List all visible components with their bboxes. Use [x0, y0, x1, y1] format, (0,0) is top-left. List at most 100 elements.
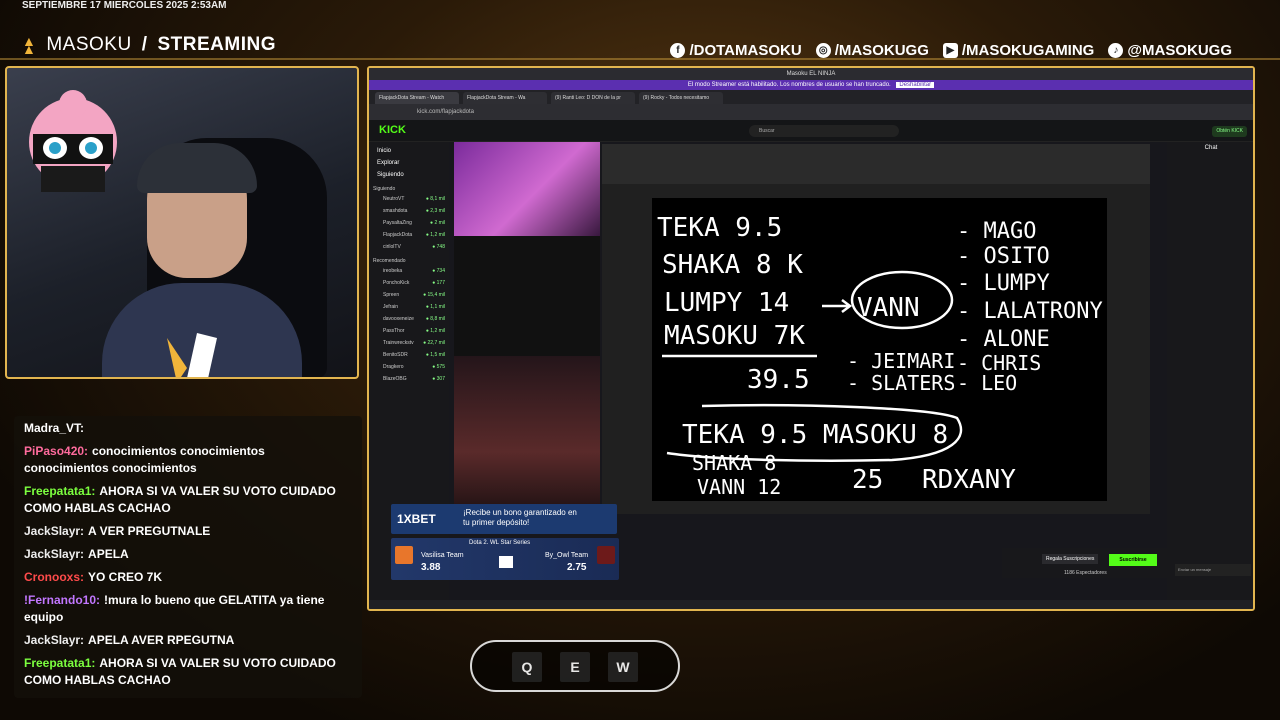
chat-input[interactable]: Enviar un mensaje [1175, 564, 1251, 576]
channel-name: PassThor [383, 328, 405, 334]
search-input[interactable]: Buscar [749, 125, 899, 137]
bet-brand: 1XBET [397, 512, 436, 526]
wb-mid-1: - JEIMARI [847, 349, 955, 373]
gift-subs-button[interactable]: Regala Suscripciones [1042, 554, 1099, 564]
channel-name: FlapjackDota [383, 232, 413, 238]
channel-item[interactable]: Trainwreckstv ● 22,7 mil [373, 340, 445, 346]
channel-item[interactable]: Spreen ● 15,4 mil [373, 292, 445, 298]
channel-name: davooxeneize [383, 316, 414, 322]
channel-viewers: ● 307 [432, 376, 445, 382]
team1-name: Vasilisa Team [421, 552, 464, 559]
wb-right-7: - LEO [957, 371, 1017, 395]
wb-right-4: - LALATRONY [957, 299, 1103, 324]
instagram-icon: ◎ [815, 43, 831, 58]
nav-home[interactable]: Inicio [377, 148, 441, 154]
nav-explore[interactable]: Explorar [377, 160, 441, 166]
chat-username[interactable]: Madra_VT: [24, 421, 84, 435]
whiteboard-canvas[interactable]: TEKA 9.5 SHAKA 8 K LUMPY 14 MASOKU 7K 39… [652, 198, 1107, 501]
brand-title: ▲ ▲ MASOKU / STREAMING [22, 34, 276, 56]
channel-item[interactable]: davooxeneize ● 8,8 mil [373, 316, 445, 322]
chat-message: Madra_VT: [24, 420, 352, 437]
channel-item[interactable]: BenitoSDR ● 1,5 mil [373, 352, 445, 358]
mascot-plush-icon [29, 90, 117, 192]
channel-viewers: ● 22,7 mil [423, 340, 445, 346]
viewer-count: 1186 Espectadores [1064, 570, 1107, 576]
betting-ad[interactable]: 1XBET ¡Recibe un bono garantizado en tu … [391, 504, 617, 534]
channel-viewers: ● 1,2 mil [425, 232, 445, 238]
banner-disable-button[interactable]: Deshabilitar [896, 82, 935, 88]
browser-tab[interactable]: FlapjackDota Stream - Wa [463, 92, 547, 104]
channel-item[interactable]: Dragkero ● 575 [373, 364, 445, 370]
stream-chat: Madra_VT: PiPaso420: conocimientos conocim… [14, 416, 362, 698]
chat-text: YO CREO 7K [88, 570, 163, 584]
chat-username[interactable]: !Fernando10: [24, 593, 100, 607]
chat-message: JackSlayr: APELA [24, 546, 352, 563]
address-bar[interactable]: kick.com/flapjackdota [369, 104, 1253, 120]
hotkey-w: W [608, 652, 638, 682]
browser-tab[interactable]: (9) Ranti Leo: D DON de la pr [551, 92, 635, 104]
tiktok-icon: ♪ [1108, 43, 1124, 58]
brand-tag: STREAMING [157, 34, 276, 55]
kick-logo[interactable]: KICK [379, 124, 406, 136]
chat-username[interactable]: PiPaso420: [24, 444, 88, 458]
paint-toolbar[interactable] [602, 144, 1150, 184]
stream-preview[interactable] [454, 142, 600, 236]
browser-tab[interactable]: FlapjackDota Stream - Watch [375, 92, 459, 104]
chat-username[interactable]: Freepatata1: [24, 484, 95, 498]
bet-offer: ¡Recibe un bono garantizado en tu primer… [463, 508, 577, 527]
channel-item[interactable]: PaysaltaZing ● 2 mil [373, 220, 445, 226]
subscribe-button[interactable]: Suscribirse [1109, 554, 1157, 566]
brand-name: MASOKU [46, 34, 132, 55]
login-button[interactable]: Obtén KICK [1212, 126, 1247, 137]
social-instagram: ◎/MASOKUGG [815, 42, 929, 59]
channel-item[interactable]: ireobeka ● 734 [373, 268, 445, 274]
nav-following[interactable]: Siguiendo [377, 172, 441, 178]
chat-username[interactable]: JackSlayr: [24, 633, 84, 647]
channel-item[interactable]: PassThor ● 1,2 mil [373, 328, 445, 334]
channel-item[interactable]: PonchoKick ● 177 [373, 280, 445, 286]
paint-window: TEKA 9.5 SHAKA 8 K LUMPY 14 MASOKU 7K 39… [602, 144, 1150, 514]
wb-right-5: - ALONE [957, 327, 1050, 352]
chat-username[interactable]: Cronooxs: [24, 570, 84, 584]
channel-name: Trainwreckstv [383, 340, 414, 346]
chat-title: Chat [1204, 145, 1218, 151]
chat-text: APELA AVER RPEGUTNA [88, 633, 235, 647]
ability-hotkeys: Q E W [470, 640, 680, 692]
os-taskbar [369, 600, 1253, 609]
channel-item[interactable]: FlapjackDota ● 1,2 mil [373, 232, 445, 238]
chat-message: Freepatata1: AHORA SI VA VALER SU VOTO CU… [24, 655, 352, 689]
channel-name: BenitoSDR [383, 352, 408, 358]
channel-viewers: ● 734 [432, 268, 445, 274]
social-label: /MASOKUGG [834, 42, 929, 59]
following-list: NeutroVT ● 8,1 mil smashdota ● 2,3 mil Paysa… [373, 196, 445, 250]
channel-item[interactable]: Jefrain ● 1,1 mil [373, 304, 445, 310]
channel-name: NeutroVT [383, 196, 405, 202]
channel-item[interactable]: BlazeOBG ● 307 [373, 376, 445, 382]
channel-item[interactable]: cirilolTV ● 748 [373, 244, 445, 250]
social-label: /DOTAMASOKU [689, 42, 802, 59]
chat-username[interactable]: JackSlayr: [24, 547, 84, 561]
recommended-header: Recomendado [373, 258, 406, 264]
whiteboard-drawing: TEKA 9.5 SHAKA 8 K LUMPY 14 MASOKU 7K 39… [657, 213, 1103, 499]
chat-message: Freepatata1: AHORA SI VA VALER SU VOTO CU… [24, 483, 352, 517]
channel-viewers: ● 748 [432, 244, 445, 250]
wb-left-total: 39.5 [747, 365, 810, 395]
chat-message: Cronooxs: YO CREO 7K [24, 569, 352, 586]
stream-preview-chat [454, 236, 600, 356]
team2-name: By_Owl Team [545, 552, 589, 559]
chat-username[interactable]: JackSlayr: [24, 524, 84, 538]
channel-name: cirilolTV [383, 244, 401, 250]
channel-viewers: ● 1,1 mil [425, 304, 445, 310]
team2-odds[interactable]: 2.75 [567, 562, 586, 573]
wb-mid-2: - SLATERS [847, 371, 955, 395]
chat-username[interactable]: Freepatata1: [24, 656, 95, 670]
channel-item[interactable]: smashdota ● 2,3 mil [373, 208, 445, 214]
social-facebook: f/DOTAMASOKU [670, 42, 802, 59]
wb-bottom-2a: SHAKA 8 [692, 451, 776, 475]
wb-bottom-2b: VANN 12 [697, 475, 781, 499]
channel-item[interactable]: NeutroVT ● 8,1 mil [373, 196, 445, 202]
browser-tab[interactable]: (9) Rocky - Todos necesitamo [639, 92, 723, 104]
channel-viewers: ● 1,2 mil [425, 328, 445, 334]
banner-text: El modo Streamer está habilitado. Los no… [687, 82, 891, 88]
team1-odds[interactable]: 3.88 [421, 562, 440, 573]
